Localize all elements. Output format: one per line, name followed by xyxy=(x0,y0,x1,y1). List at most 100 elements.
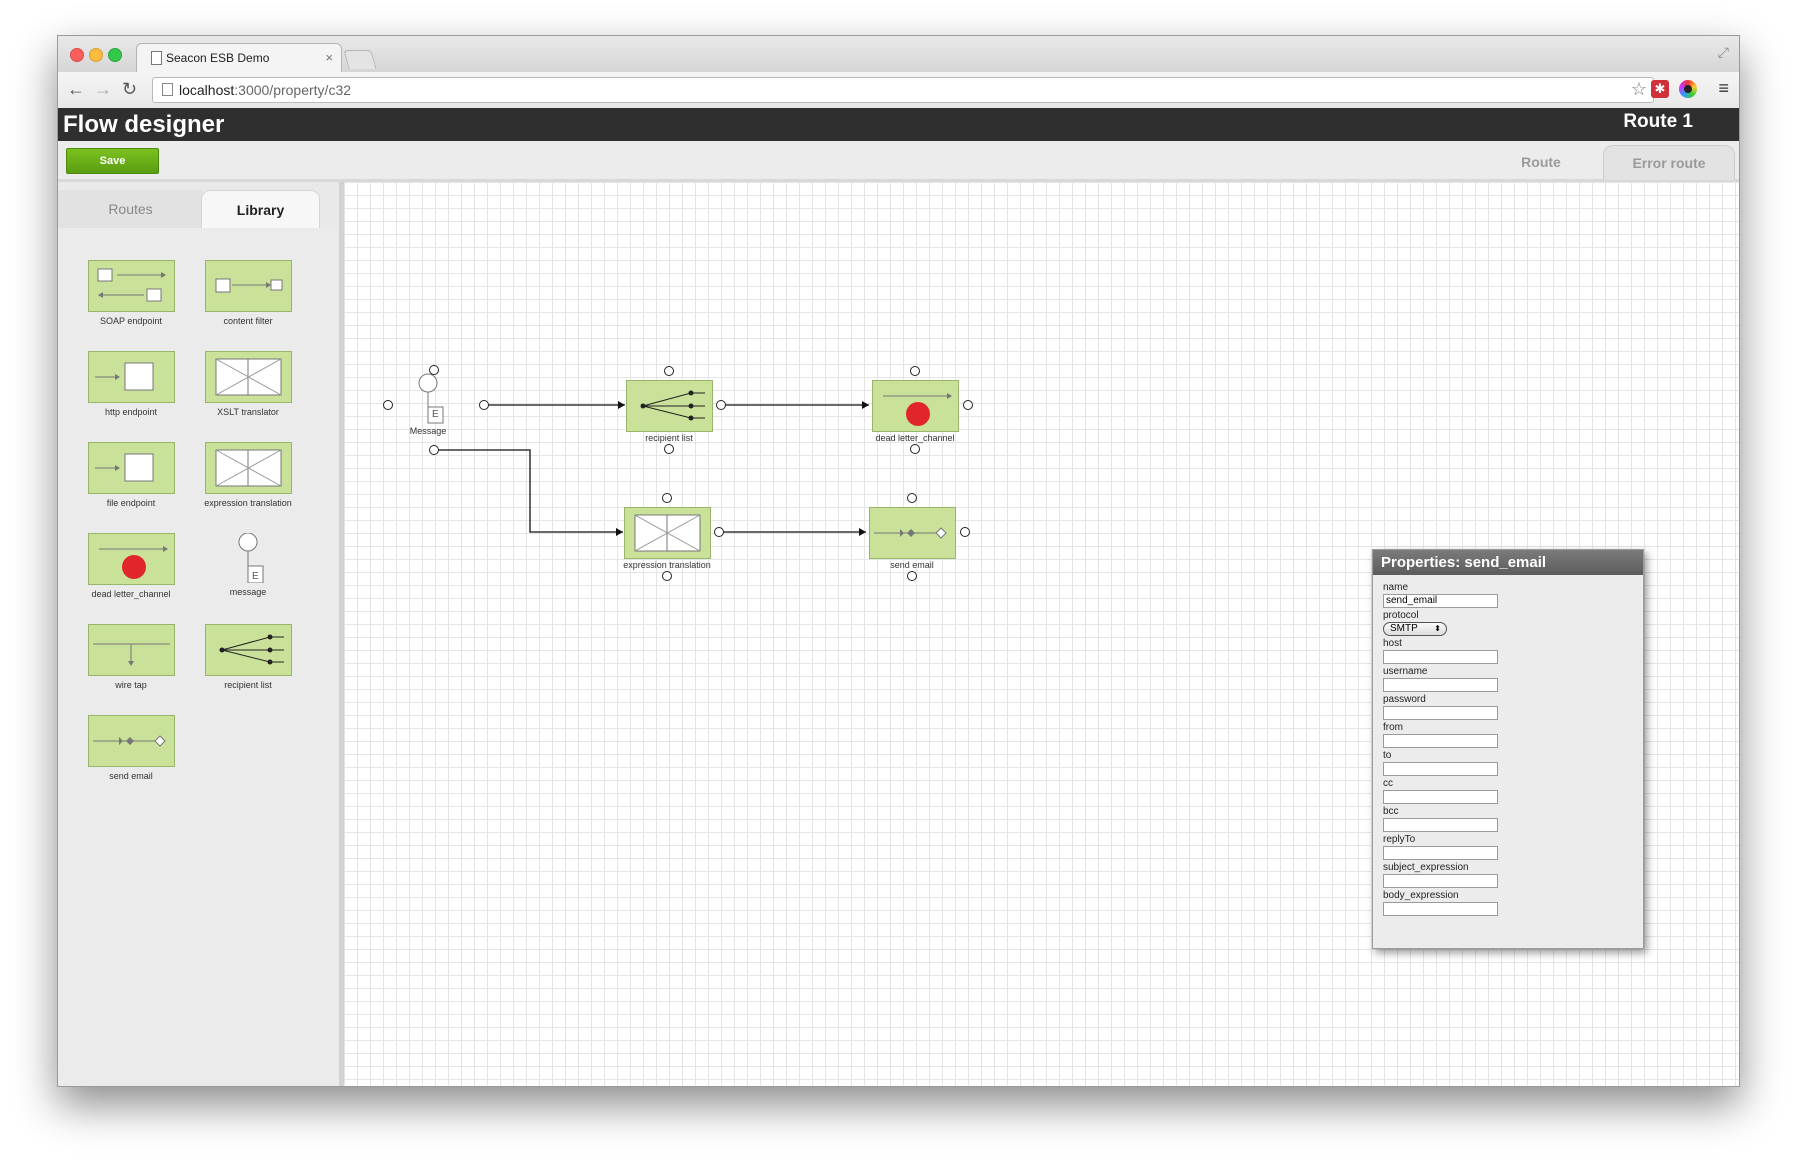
port[interactable] xyxy=(662,493,672,503)
reply-to-field[interactable] xyxy=(1383,846,1498,860)
library-item-send-email[interactable]: send email xyxy=(71,715,191,781)
library-item-recipient-list[interactable]: recipient list xyxy=(188,624,308,690)
expression-translation-icon xyxy=(624,507,711,559)
library-item-label: wire tap xyxy=(115,680,147,690)
route-name: Route 1 xyxy=(1623,111,1693,132)
browser-tabstrip: Seacon ESB Demo × ⤢ xyxy=(58,36,1739,73)
port[interactable] xyxy=(963,400,973,410)
message-badge: E xyxy=(432,409,439,420)
library-item-xslt-translator[interactable]: XSLT translator xyxy=(188,351,308,417)
body-expression-field[interactable] xyxy=(1383,902,1498,916)
cc-field[interactable] xyxy=(1383,790,1498,804)
save-button[interactable]: Save xyxy=(66,148,159,174)
port[interactable] xyxy=(714,527,724,537)
properties-panel[interactable]: Properties: send_email name send_email p… xyxy=(1372,549,1644,949)
new-tab-button[interactable] xyxy=(343,50,377,69)
library-item-http-endpoint[interactable]: http endpoint xyxy=(71,351,191,417)
library-panel: SOAP endpoint content filter http endpoi… xyxy=(58,228,339,1086)
extension-icon[interactable]: ✱ xyxy=(1651,80,1669,98)
connection-message-to-expression-translation xyxy=(434,449,623,533)
close-tab-icon[interactable]: × xyxy=(325,50,333,65)
color-extension-icon[interactable] xyxy=(1679,80,1697,98)
library-item-label: XSLT translator xyxy=(217,407,279,417)
browser-window: Seacon ESB Demo × ⤢ ← → ↻ localhost:3000… xyxy=(57,35,1740,1087)
minimize-window-button[interactable] xyxy=(89,48,103,62)
password-field[interactable] xyxy=(1383,706,1498,720)
properties-title[interactable]: Properties: send_email xyxy=(1373,550,1643,575)
port[interactable] xyxy=(664,366,674,376)
tab-library[interactable]: Library xyxy=(201,190,320,229)
zoom-window-button[interactable] xyxy=(108,48,122,62)
from-field[interactable] xyxy=(1383,734,1498,748)
url-host: localhost xyxy=(179,82,235,98)
recipient-list-icon xyxy=(204,624,292,676)
sidebar: Routes Library SOAP endpoint content fil… xyxy=(58,182,344,1086)
bookmark-star-icon[interactable]: ☆ xyxy=(1631,79,1647,100)
back-button[interactable]: ← xyxy=(67,79,85,100)
port[interactable] xyxy=(910,366,920,376)
url-text: localhost:3000/property/c32 xyxy=(179,82,351,98)
library-item-label: recipient list xyxy=(224,680,272,690)
port[interactable] xyxy=(664,444,674,454)
arrow-head xyxy=(618,401,625,409)
page-icon xyxy=(162,83,173,96)
port[interactable] xyxy=(479,400,489,410)
field-label: protocol xyxy=(1383,610,1419,621)
library-item-expression-translation[interactable]: expression translation xyxy=(188,442,308,508)
app-title: Flow designer xyxy=(63,111,225,138)
library-item-file-endpoint[interactable]: file endpoint xyxy=(71,442,191,508)
host-field[interactable] xyxy=(1383,650,1498,664)
page-icon xyxy=(151,51,162,65)
port[interactable] xyxy=(429,365,439,375)
port[interactable] xyxy=(910,444,920,454)
tab-error-route[interactable]: Error route xyxy=(1603,145,1735,180)
port[interactable] xyxy=(662,571,672,581)
port[interactable] xyxy=(907,493,917,503)
bcc-field[interactable] xyxy=(1383,818,1498,832)
subject-expression-field[interactable] xyxy=(1383,874,1498,888)
name-field[interactable]: send_email xyxy=(1383,594,1498,608)
xslt-translator-icon xyxy=(204,351,292,403)
content-filter-icon xyxy=(204,260,292,312)
browser-tab[interactable]: Seacon ESB Demo × xyxy=(136,43,342,73)
port[interactable] xyxy=(960,527,970,537)
library-item-label: expression translation xyxy=(204,498,292,508)
field-label: password xyxy=(1383,694,1426,705)
port[interactable] xyxy=(429,445,439,455)
port[interactable] xyxy=(716,400,726,410)
library-item-content-filter[interactable]: content filter xyxy=(188,260,308,326)
message-icon xyxy=(418,373,444,424)
username-field[interactable] xyxy=(1383,678,1498,692)
field-label: username xyxy=(1383,666,1428,677)
close-window-button[interactable] xyxy=(70,48,84,62)
menu-icon[interactable]: ≡ xyxy=(1718,78,1729,99)
expression-translation-icon xyxy=(204,442,292,494)
field-label: to xyxy=(1383,750,1392,761)
library-item-message[interactable]: E message xyxy=(188,532,308,597)
node-label: send email xyxy=(890,560,934,570)
action-bar: Save Route Error route xyxy=(58,141,1739,182)
field-label: cc xyxy=(1383,778,1393,789)
wire-tap-icon xyxy=(87,624,175,676)
field-label: host xyxy=(1383,638,1402,649)
to-field[interactable] xyxy=(1383,762,1498,776)
fullscreen-icon[interactable]: ⤢ xyxy=(1718,44,1729,61)
forward-button[interactable]: → xyxy=(94,79,112,100)
port[interactable] xyxy=(907,571,917,581)
tab-routes[interactable]: Routes xyxy=(58,190,203,228)
library-item-dead-letter-channel[interactable]: dead letter_channel xyxy=(71,533,191,599)
node-label: expression translation xyxy=(623,560,711,570)
port[interactable] xyxy=(383,400,393,410)
library-item-label: send email xyxy=(109,771,153,781)
library-item-soap-endpoint[interactable]: SOAP endpoint xyxy=(71,260,191,326)
address-bar[interactable]: localhost:3000/property/c32 ☆ xyxy=(152,77,1654,103)
library-item-wire-tap[interactable]: wire tap xyxy=(71,624,191,690)
dead-letter-channel-icon xyxy=(872,380,959,432)
reload-button[interactable]: ↻ xyxy=(122,79,137,100)
node-message[interactable]: E Message xyxy=(410,372,474,452)
field-label: name xyxy=(1383,582,1409,593)
node-label: recipient list xyxy=(645,433,693,443)
send-email-icon xyxy=(869,507,956,559)
tab-route[interactable]: Route xyxy=(1501,145,1581,179)
protocol-select[interactable]: SMTP ⬍ xyxy=(1383,622,1447,636)
